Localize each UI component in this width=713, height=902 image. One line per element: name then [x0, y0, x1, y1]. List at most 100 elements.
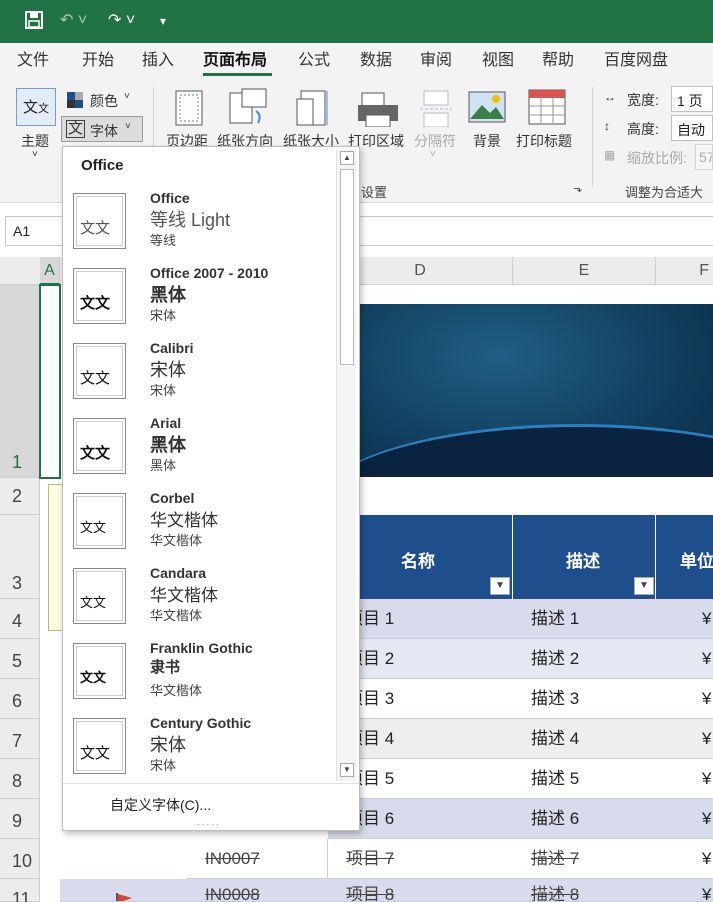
row-header-3[interactable]: 3 [0, 515, 40, 599]
print-titles-button[interactable]: 打印标题 [516, 131, 572, 151]
table-cell-flag[interactable] [60, 879, 187, 902]
header-banner-image [358, 304, 713, 477]
table-cell-unit[interactable]: ¥ [656, 759, 713, 799]
font-theme-item[interactable]: 文文 Calibri 宋体 宋体 [63, 340, 339, 415]
table-cell-desc[interactable]: 描述 4 [513, 719, 656, 759]
filter-dropdown-icon[interactable]: ▼ [634, 577, 654, 595]
filter-dropdown-icon[interactable]: ▼ [490, 577, 510, 595]
row-header-10[interactable]: 10 [0, 839, 40, 879]
table-cell-desc[interactable]: 描述 2 [513, 639, 656, 679]
font-theme-heading: 华文楷体 [150, 586, 218, 606]
table-cell-unit[interactable]: ¥ [656, 719, 713, 759]
font-theme-heading: 黑体 [150, 285, 186, 305]
font-theme-item[interactable]: 文文 Arial 黑体 黑体 [63, 415, 339, 490]
column-header-e[interactable]: E [513, 257, 656, 285]
height-icon: ↕ [604, 119, 610, 133]
table-cell-desc[interactable]: 描述 6 [513, 799, 656, 839]
font-theme-name: Century Gothic [150, 715, 252, 731]
customize-icon[interactable]: ▾ [160, 10, 166, 32]
selected-cell-a1[interactable] [39, 284, 61, 479]
table-cell-unit[interactable]: ¥ [656, 879, 713, 902]
custom-fonts-menu-item[interactable]: 自定义字体(C)... [110, 795, 211, 815]
page-setup-launcher-icon[interactable]: ⬎ [573, 182, 582, 195]
banner-curve [358, 424, 713, 477]
font-theme-item[interactable]: 文文 Century Gothic 宋体 宋体 [63, 715, 339, 790]
table-header-unit[interactable]: 单位 [656, 515, 713, 599]
row-header-2[interactable]: 2 [0, 478, 40, 515]
theme-icon[interactable]: 文文 [16, 88, 56, 126]
tab-data[interactable]: 数据 [360, 51, 392, 71]
name-box[interactable]: A1 [5, 216, 63, 246]
table-cell-name[interactable]: 项目 7 [328, 839, 513, 879]
font-theme-name: Arial [150, 415, 182, 431]
title-bar: ↶ ˅ ↷ ˅ ▾ [0, 0, 713, 43]
row-header-1[interactable]: 1 [0, 285, 40, 478]
tab-formulas[interactable]: 公式 [298, 51, 330, 71]
font-theme-name: Corbel [150, 490, 195, 506]
column-header-a[interactable]: A [40, 257, 60, 285]
table-cell-id[interactable]: IN0007 [187, 839, 328, 879]
row-header-11[interactable]: 11 [0, 879, 40, 902]
table-cell-unit[interactable]: ¥ [656, 799, 713, 839]
table-cell-unit[interactable]: ¥ [656, 599, 713, 639]
font-theme-name: Office 2007 - 2010 [150, 265, 269, 281]
font-theme-name: Calibri [150, 340, 194, 356]
save-icon[interactable] [24, 10, 44, 37]
table-cell-id[interactable]: IN0008 [187, 879, 328, 902]
undo-icon[interactable]: ↶ ˅ [60, 10, 87, 32]
table-header-desc[interactable]: 描述 ▼ [513, 515, 656, 599]
scroll-down-arrow-icon[interactable]: ▼ [340, 763, 354, 777]
resize-grip-icon[interactable]: ..... [197, 817, 221, 828]
font-theme-item[interactable]: 文文 Office 2007 - 2010 黑体 宋体 [63, 265, 339, 340]
dropdown-scrollbar[interactable]: ▲ ▼ [336, 149, 356, 781]
column-header-f[interactable]: F [656, 257, 713, 285]
tab-help[interactable]: 帮助 [542, 51, 574, 71]
row-header-5[interactable]: 5 [0, 639, 40, 679]
tab-view[interactable]: 视图 [482, 51, 514, 71]
redo-icon[interactable]: ↷ ˅ [108, 10, 135, 32]
tab-review[interactable]: 审阅 [420, 51, 452, 71]
font-preview-thumb: 文文 [73, 643, 126, 699]
font-theme-item[interactable]: 文文 Corbel 华文楷体 华文楷体 [63, 490, 339, 565]
fonts-chevron-icon: ˅ [125, 121, 131, 132]
font-theme-heading: 黑体 [150, 435, 186, 455]
font-theme-body: 宋体 [150, 383, 177, 398]
font-theme-item[interactable]: 文文 Franklin Gothic 隶书 华文楷体 [63, 640, 339, 715]
row-header-9[interactable]: 9 [0, 799, 40, 839]
table-cell-desc[interactable]: 描述 5 [513, 759, 656, 799]
width-select[interactable]: 1 页 [671, 86, 713, 112]
table-cell-desc[interactable]: 描述 1 [513, 599, 656, 639]
table-cell-unit[interactable]: ¥ [656, 839, 713, 879]
font-theme-item[interactable]: 文文 Office 等线 Light 等线 [63, 190, 339, 265]
colors-button[interactable]: 颜色 [90, 91, 118, 111]
background-button[interactable]: 背景 [473, 131, 501, 151]
font-theme-name: Office [150, 190, 190, 206]
theme-button[interactable]: 主题 [21, 131, 49, 151]
table-cell-desc[interactable]: 描述 3 [513, 679, 656, 719]
font-theme-name: Franklin Gothic [150, 640, 253, 656]
table-cell-unit[interactable]: ¥ [656, 639, 713, 679]
tab-baidu[interactable]: 百度网盘 [604, 51, 668, 71]
font-theme-item[interactable]: 文文 Candara 华文楷体 华文楷体 [63, 565, 339, 640]
flag-icon [115, 885, 133, 901]
table-cell-desc[interactable]: 描述 8 [513, 879, 656, 902]
table-cell-desc[interactable]: 描述 7 [513, 839, 656, 879]
scroll-up-arrow-icon[interactable]: ▲ [340, 151, 354, 165]
scrollbar-thumb[interactable] [340, 169, 354, 365]
row-header-7[interactable]: 7 [0, 719, 40, 759]
tab-insert[interactable]: 插入 [142, 51, 174, 71]
row-header-6[interactable]: 6 [0, 679, 40, 719]
tab-page-layout[interactable]: 页面布局 [203, 51, 267, 71]
height-select[interactable]: 自动 [671, 115, 713, 141]
tab-file[interactable]: 文件 [17, 51, 49, 71]
tab-home[interactable]: 开始 [82, 51, 114, 71]
background-icon [468, 91, 506, 126]
scale-icon: ▦ [604, 148, 616, 162]
row-header-8[interactable]: 8 [0, 759, 40, 799]
row-header-4[interactable]: 4 [0, 599, 40, 639]
table-cell-name[interactable]: 项目 8 [328, 879, 513, 902]
header-desc-label: 描述 [566, 552, 600, 571]
table-cell-unit[interactable]: ¥ [656, 679, 713, 719]
height-label: 高度: [627, 121, 659, 137]
formula-bar[interactable] [358, 216, 713, 246]
